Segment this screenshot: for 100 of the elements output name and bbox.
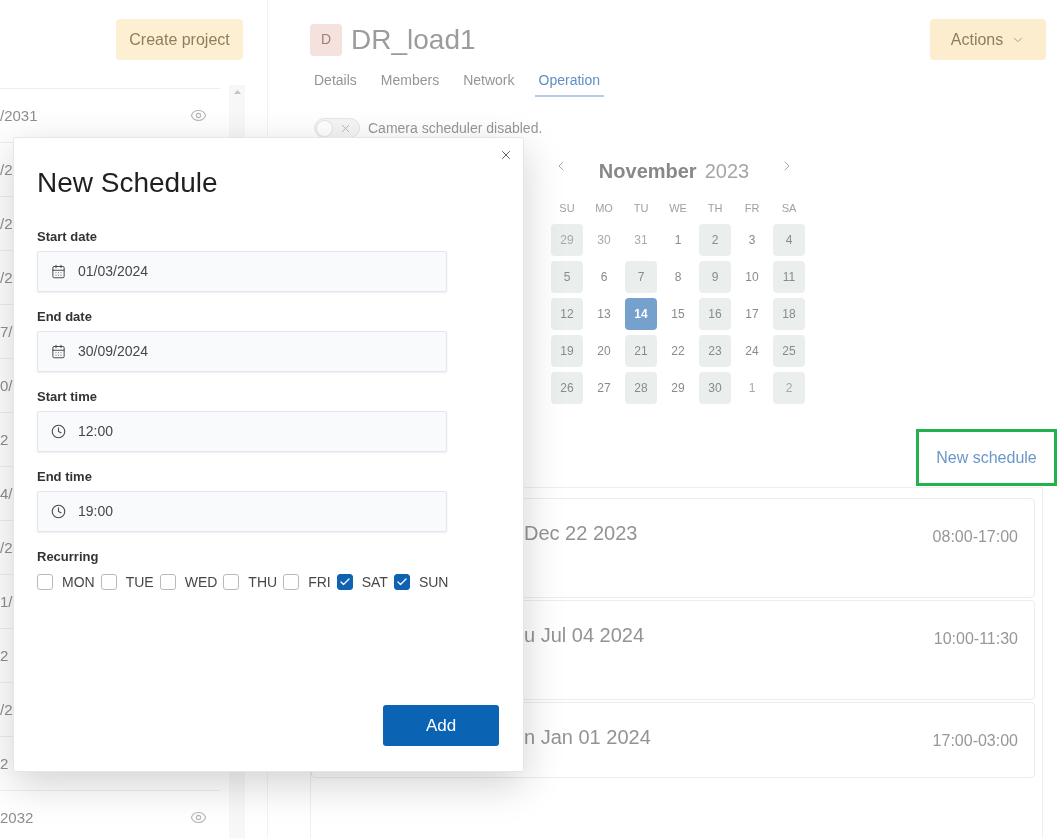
- tab[interactable]: Network: [459, 67, 519, 97]
- weekday-label: SA: [780, 201, 798, 215]
- weekday-label: WE: [668, 201, 688, 215]
- toggle-switch[interactable]: [314, 118, 360, 138]
- calendar-day[interactable]: 15: [662, 298, 694, 330]
- row-text: /2: [0, 160, 13, 179]
- row-text: 2: [0, 430, 9, 449]
- field-label: Start date: [37, 229, 98, 245]
- time-field[interactable]: 12:00: [37, 411, 447, 452]
- calendar-day[interactable]: 6: [588, 261, 620, 293]
- new-schedule-link[interactable]: New schedule: [936, 445, 1037, 470]
- add-button[interactable]: Add: [383, 705, 499, 746]
- calendar-day[interactable]: 4: [773, 224, 805, 256]
- checkbox-label[interactable]: FRI: [308, 574, 331, 590]
- calendar-year: 2023: [704, 159, 750, 184]
- row-text: /2: [0, 700, 13, 719]
- check-icon: [338, 576, 351, 588]
- create-project-button[interactable]: Create project: [116, 19, 243, 60]
- checkbox[interactable]: [100, 574, 117, 590]
- calendar-day[interactable]: 26: [551, 372, 583, 404]
- calendar-day[interactable]: 23: [699, 335, 731, 367]
- eye-icon[interactable]: [190, 107, 207, 124]
- calendar-day[interactable]: 8: [662, 261, 694, 293]
- calendar-day[interactable]: 27: [588, 372, 620, 404]
- project-title: DR_load1: [351, 22, 476, 57]
- calendar-day[interactable]: 20: [588, 335, 620, 367]
- calendar-day[interactable]: 31: [625, 224, 657, 256]
- toggle-thumb[interactable]: [316, 119, 333, 137]
- weekday-label: TU: [632, 201, 650, 215]
- date-field[interactable]: 30/09/2024: [37, 331, 447, 372]
- calendar-day[interactable]: 13: [588, 298, 620, 330]
- checkbox-label[interactable]: TUE: [125, 574, 154, 590]
- tab[interactable]: Operation: [534, 67, 604, 97]
- checkbox-label[interactable]: MON: [62, 574, 95, 590]
- calendar-day[interactable]: 10: [736, 261, 768, 293]
- calendar-day[interactable]: 25: [773, 335, 805, 367]
- row-text: /2: [0, 214, 13, 233]
- calendar-day[interactable]: 14: [625, 298, 657, 330]
- calendar-day[interactable]: 19: [551, 335, 583, 367]
- calendar-day[interactable]: 16: [699, 298, 731, 330]
- clock-icon: [51, 504, 66, 519]
- checkbox[interactable]: [283, 574, 300, 590]
- calendar-day[interactable]: 29: [551, 224, 583, 256]
- calendar-day[interactable]: 2: [773, 372, 805, 404]
- row-text: /2: [0, 538, 13, 557]
- calendar-day[interactable]: 21: [625, 335, 657, 367]
- row-text: /2: [0, 268, 13, 287]
- schedule-date: u Jul 04 2024: [524, 623, 645, 648]
- checkbox[interactable]: [159, 574, 176, 590]
- calendar-day[interactable]: 5: [551, 261, 583, 293]
- calendar-day[interactable]: 12: [551, 298, 583, 330]
- calendar-day[interactable]: 2: [699, 224, 731, 256]
- calendar-day[interactable]: 18: [773, 298, 805, 330]
- avatar-initial: D: [310, 23, 342, 56]
- calendar-icon: [51, 344, 66, 359]
- schedule-date: Dec 22 2023: [524, 521, 638, 546]
- row-text: 7/: [0, 322, 13, 341]
- calendar-day[interactable]: 29: [662, 372, 694, 404]
- calendar-day[interactable]: 22: [662, 335, 694, 367]
- checkbox-label[interactable]: WED: [184, 574, 218, 590]
- row-text: 2032: [0, 808, 34, 827]
- calendar-day[interactable]: 7: [625, 261, 657, 293]
- tab[interactable]: Members: [376, 67, 444, 97]
- clock-icon: [51, 424, 66, 439]
- dialog-title: New Schedule: [37, 166, 219, 200]
- calendar-day[interactable]: 1: [662, 224, 694, 256]
- row-text: 0/: [0, 376, 13, 395]
- checkbox-label[interactable]: SUN: [418, 574, 449, 590]
- checkbox-label[interactable]: THU: [248, 574, 278, 590]
- checkbox[interactable]: [223, 574, 240, 590]
- calendar-day[interactable]: 30: [699, 372, 731, 404]
- calendar-day[interactable]: 28: [625, 372, 657, 404]
- weekday-label: MO: [594, 201, 614, 215]
- calendar-day[interactable]: 1: [736, 372, 768, 404]
- row-text: 2: [0, 646, 9, 665]
- tab[interactable]: Details: [310, 67, 361, 97]
- date-field[interactable]: 01/03/2024: [37, 251, 447, 292]
- weekday-label: TH: [706, 201, 724, 215]
- calendar-day[interactable]: 30: [588, 224, 620, 256]
- time-field[interactable]: 19:00: [37, 491, 447, 532]
- close-icon[interactable]: [499, 148, 513, 162]
- check-icon: [395, 576, 408, 588]
- field-label: Start time: [37, 389, 98, 405]
- calendar-day[interactable]: 17: [736, 298, 768, 330]
- calendar-day[interactable]: 3: [736, 224, 768, 256]
- recurring-label: Recurring: [37, 549, 100, 565]
- field-label: End time: [37, 469, 93, 485]
- checkbox-label[interactable]: SAT: [361, 574, 388, 590]
- eye-icon[interactable]: [190, 809, 207, 826]
- calendar-day[interactable]: 11: [773, 261, 805, 293]
- checkbox[interactable]: [393, 574, 410, 590]
- scroll-up-arrow-icon[interactable]: [233, 90, 241, 94]
- calendar-day[interactable]: 9: [699, 261, 731, 293]
- actions-button[interactable]: Actions: [930, 19, 1046, 60]
- calendar-icon: [51, 264, 66, 279]
- checkbox[interactable]: [37, 574, 53, 590]
- checkbox[interactable]: [336, 574, 353, 590]
- calendar-day[interactable]: 24: [736, 335, 768, 367]
- list-row[interactable]: 2032: [0, 791, 220, 838]
- schedule-time: 08:00-17:00: [932, 527, 1018, 547]
